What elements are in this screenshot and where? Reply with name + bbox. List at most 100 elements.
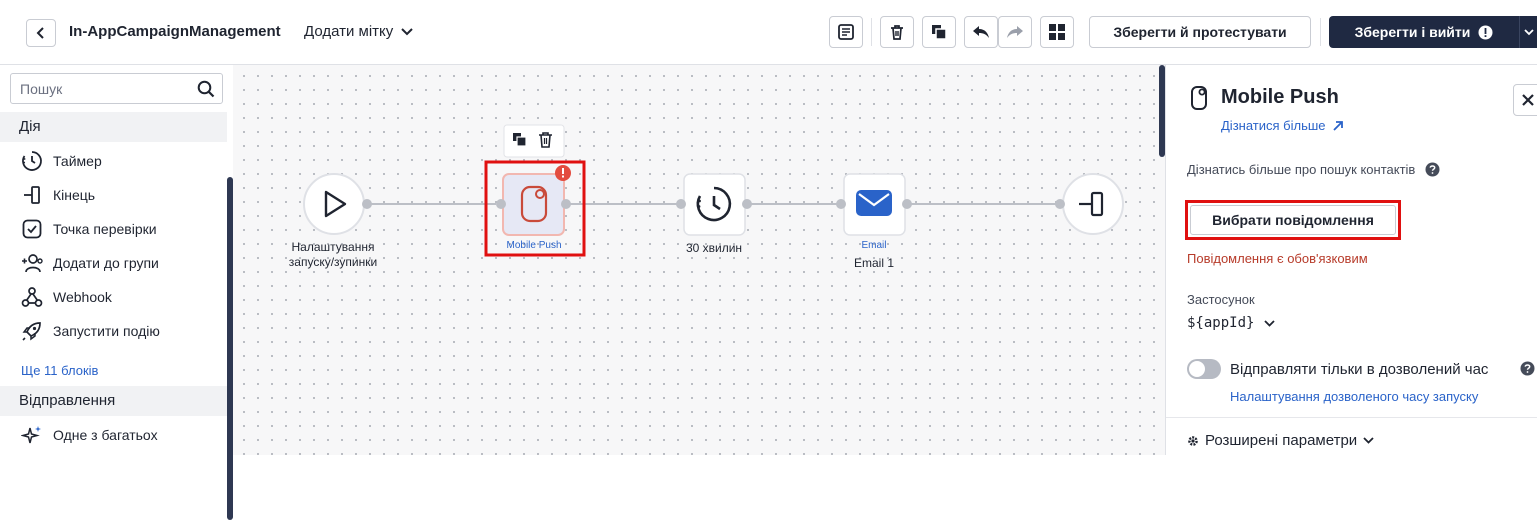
connector-dot — [836, 199, 846, 209]
top-toolbar: In-AppCampaignManagement Додати мітку Зб… — [0, 0, 1537, 65]
external-arrow-icon — [1332, 120, 1343, 131]
sidebar-item-label: Додати до групи — [53, 255, 159, 271]
chevron-down-icon — [1523, 28, 1534, 35]
add-tag-dropdown[interactable]: Додати мітку — [304, 23, 413, 40]
warning-icon — [1478, 25, 1493, 39]
learn-more-label: Дізнатися більше — [1221, 118, 1326, 133]
connector-dot — [902, 199, 912, 209]
blocks-sidebar: Дія Таймер Кінець Точка перевірки Додати… — [0, 65, 233, 520]
search-icon[interactable] — [197, 80, 215, 98]
allowed-time-toggle[interactable] — [1187, 359, 1221, 379]
email-icon — [856, 190, 892, 216]
connector-dot — [676, 199, 686, 209]
node-email-type: Email — [861, 240, 887, 251]
message-required-error: Повідомлення є обов'язковим — [1187, 251, 1368, 266]
chevron-down-icon — [1264, 319, 1276, 327]
section-actions-header: Дія — [0, 112, 227, 142]
mobile-push-icon — [1191, 86, 1207, 110]
save-and-exit-label: Зберегти і вийти — [1354, 24, 1471, 40]
contacts-info: Дізнатись більше про пошук контактів — [1187, 162, 1440, 177]
properties-panel: Mobile Push Дізнатися більше Дізнатись б… — [1165, 65, 1537, 455]
sidebar-item-one-of-many[interactable]: Одне з багатьох — [0, 418, 227, 452]
more-blocks-link[interactable]: Ще 11 блоків — [21, 363, 98, 378]
node-email-label: Email 1 — [853, 256, 894, 270]
copy-button[interactable] — [922, 16, 956, 48]
notes-icon — [838, 24, 854, 40]
advanced-settings-label: Розширені параметри — [1205, 432, 1358, 449]
save-and-exit-button[interactable]: Зберегти і вийти — [1329, 16, 1519, 48]
connector-dot — [561, 199, 571, 209]
panel-divider — [1166, 417, 1537, 418]
allowed-time-settings-link[interactable]: Налаштування дозволеного часу запуску — [1230, 389, 1478, 404]
sidebar-item-webhook[interactable]: Webhook — [0, 280, 227, 314]
advanced-settings-toggle[interactable]: Розширені параметри — [1187, 432, 1374, 449]
sidebar-item-timer[interactable]: Таймер — [0, 144, 227, 178]
notes-button[interactable] — [829, 16, 863, 48]
add-tag-label: Додати мітку — [304, 23, 394, 40]
layout-button[interactable] — [1040, 16, 1074, 48]
toolbar-divider — [1320, 18, 1321, 46]
node-mobile-push-type: Mobile Push — [506, 240, 562, 251]
help-icon[interactable] — [1425, 162, 1440, 177]
sidebar-item-label: Одне з багатьох — [53, 427, 158, 443]
grid-icon — [1049, 24, 1065, 40]
delete-button[interactable] — [880, 16, 914, 48]
chevron-left-icon — [36, 27, 44, 39]
node-start-label: Налаштування запуску/зупинки — [288, 240, 378, 269]
allowed-time-label: Відправляти тільки в дозволений час — [1230, 361, 1489, 378]
sidebar-item-trigger-event[interactable]: Запустити подію — [0, 314, 227, 348]
sidebar-item-label: Точка перевірки — [53, 221, 157, 237]
section-send-header: Відправлення — [0, 386, 227, 416]
gear-icon — [1188, 435, 1198, 446]
sidebar-item-add-group[interactable]: Додати до групи — [0, 246, 227, 280]
sidebar-item-checkpoint[interactable]: Точка перевірки — [0, 212, 227, 246]
sidebar-item-label: Таймер — [53, 153, 102, 169]
node-timer-label: 30 хвилин — [685, 241, 743, 255]
connector-dot — [362, 199, 372, 209]
undo-button[interactable] — [964, 16, 998, 48]
trash-icon — [891, 25, 903, 40]
workflow-canvas[interactable]: Налаштування запуску/зупинки Mobile Push… — [233, 65, 1165, 455]
node-start[interactable] — [303, 173, 372, 235]
webhook-icon — [21, 286, 43, 308]
node-email[interactable] — [836, 173, 912, 236]
sidebar-item-end[interactable]: Кінець — [0, 178, 227, 212]
learn-more-link[interactable]: Дізнатися більше — [1221, 118, 1344, 133]
sidebar-item-label: Webhook — [53, 289, 112, 305]
app-select-value: ${appId} — [1187, 315, 1255, 331]
node-mobile-push-toolbar — [503, 124, 565, 158]
search-input[interactable] — [11, 74, 191, 103]
checkpoint-icon — [21, 218, 43, 240]
node-end[interactable] — [1055, 173, 1124, 235]
connector-dot — [496, 199, 506, 209]
save-options-dropdown[interactable] — [1519, 16, 1537, 48]
add-group-icon — [21, 252, 43, 274]
chevron-down-icon — [1363, 437, 1374, 444]
end-icon — [21, 184, 43, 206]
redo-icon — [1007, 26, 1023, 38]
connector-dot — [742, 199, 752, 209]
copy-icon — [932, 25, 947, 40]
app-select[interactable]: ${appId} — [1187, 315, 1276, 331]
campaign-title: In-AppCampaignManagement — [69, 23, 281, 40]
rocket-icon — [21, 320, 43, 342]
contacts-info-text: Дізнатись більше про пошук контактів — [1187, 162, 1416, 177]
node-timer[interactable] — [676, 173, 752, 236]
node-mobile-push[interactable] — [496, 165, 571, 236]
sparkle-icon — [21, 424, 43, 446]
save-and-test-button[interactable]: Зберегти й протестувати — [1089, 16, 1311, 48]
redo-button[interactable] — [998, 16, 1032, 48]
timer-icon — [21, 150, 43, 172]
sidebar-item-label: Запустити подію — [53, 323, 160, 339]
choose-message-highlight — [1185, 200, 1401, 240]
close-panel-button[interactable] — [1513, 84, 1537, 116]
help-icon[interactable] — [1520, 361, 1535, 376]
toolbar-divider — [871, 18, 872, 46]
connector-dot — [1055, 199, 1065, 209]
panel-title: Mobile Push — [1221, 86, 1339, 108]
chevron-down-icon — [401, 27, 413, 35]
undo-icon — [973, 26, 989, 38]
back-button[interactable] — [26, 19, 56, 47]
search-box — [10, 73, 223, 104]
app-field-label: Застосунок — [1187, 292, 1255, 307]
